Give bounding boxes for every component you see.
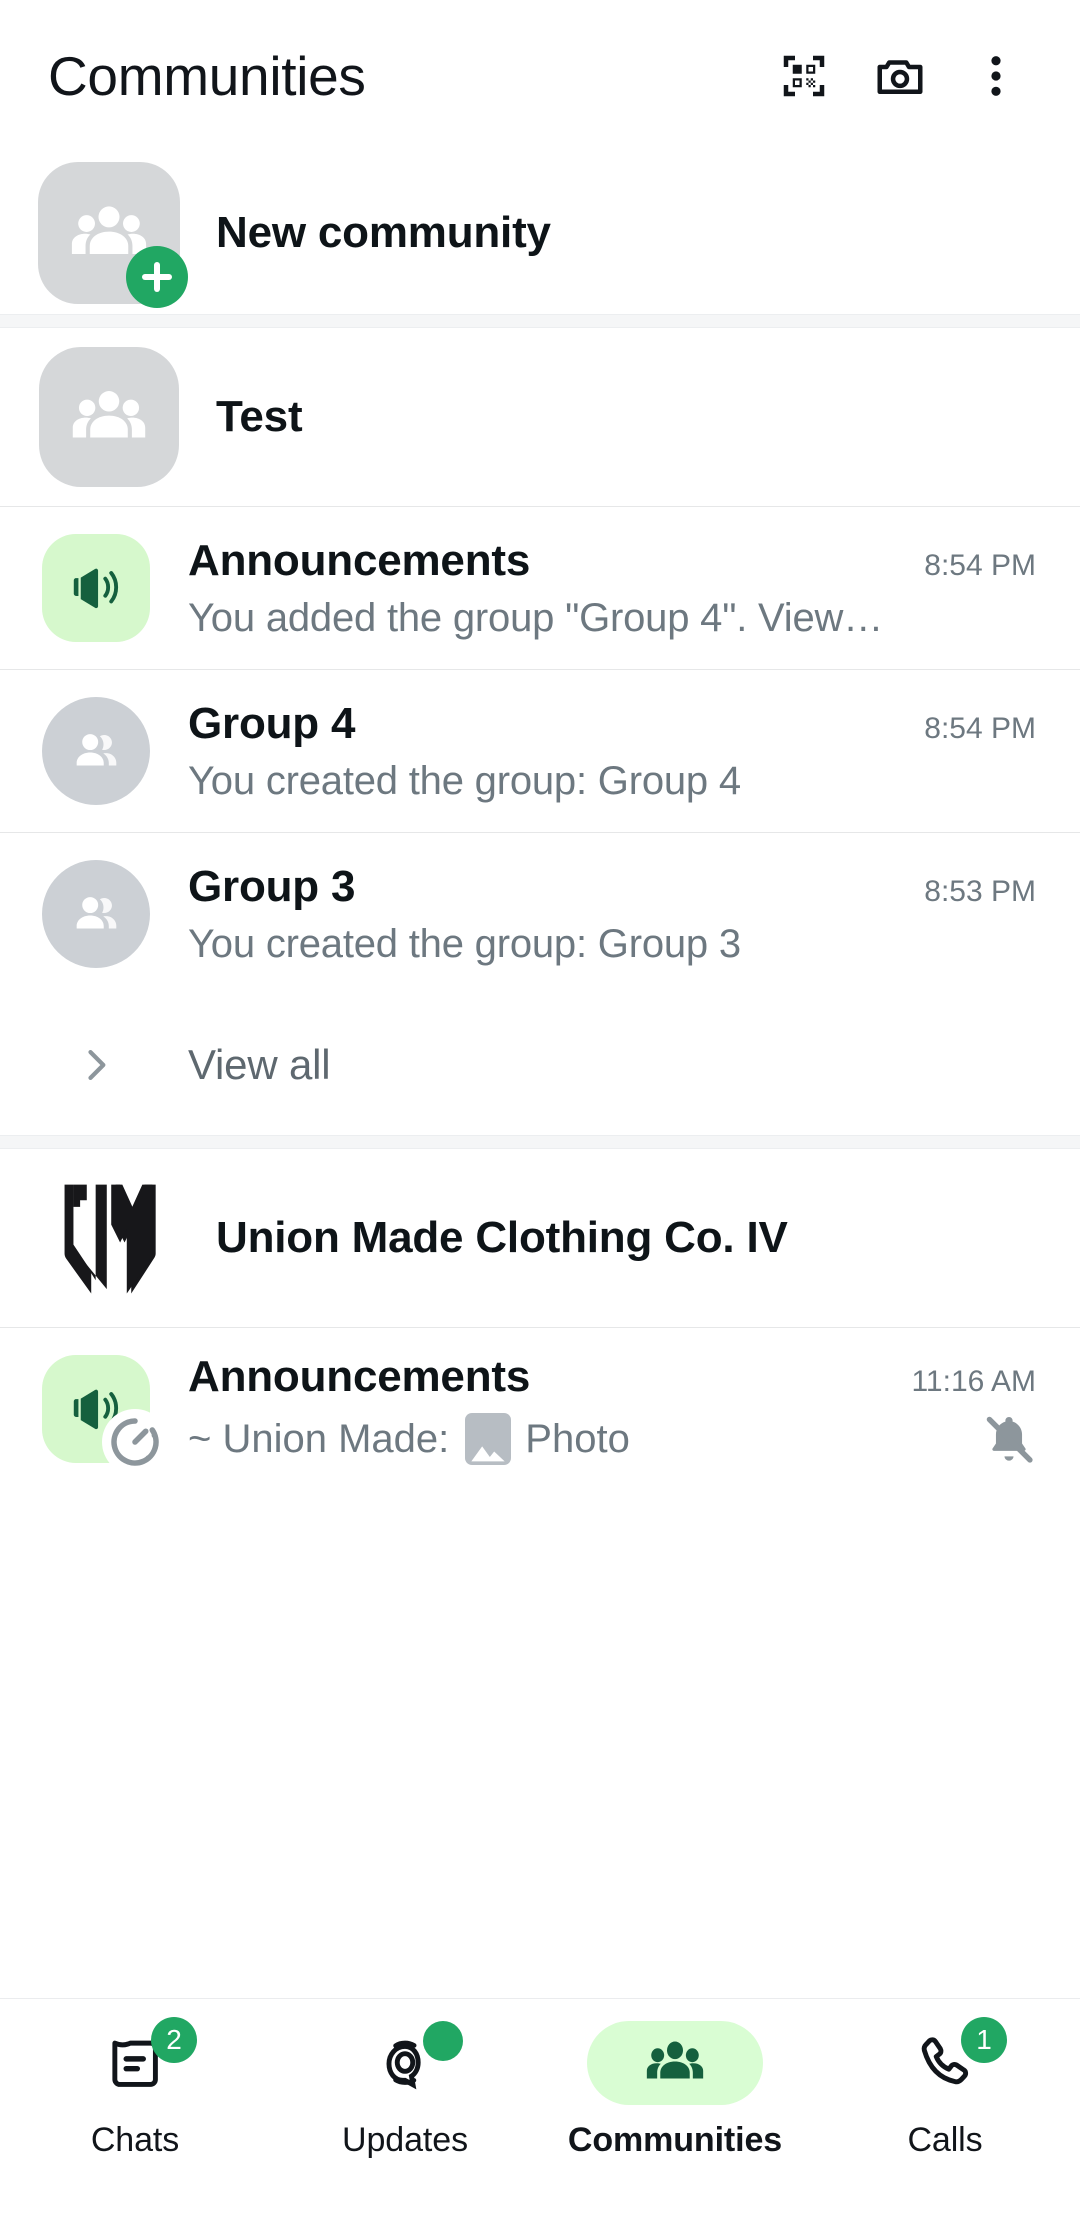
chat-subtitle-sender: ~ Union Made: bbox=[188, 1416, 450, 1461]
nav-icon-wrap bbox=[317, 2021, 493, 2105]
nav-icon-wrap bbox=[587, 2021, 763, 2105]
chat-row-group-3[interactable]: Group 3 8:53 PM You created the group: G… bbox=[0, 833, 1080, 995]
chat-row-announcements[interactable]: Announcements 8:54 PM You added the grou… bbox=[0, 507, 1080, 669]
chat-content: Group 4 8:54 PM You created the group: G… bbox=[188, 699, 1046, 804]
community-name: Test bbox=[216, 392, 303, 441]
chat-name: Announcements bbox=[188, 535, 531, 585]
view-all-label: View all bbox=[188, 1041, 331, 1088]
plus-icon bbox=[126, 246, 188, 308]
chat-title-line: Announcements 11:16 AM bbox=[188, 1352, 1036, 1402]
group-icon bbox=[42, 860, 150, 968]
chat-content: Announcements 8:54 PM You added the grou… bbox=[188, 536, 1046, 641]
chat-name: Group 3 bbox=[188, 861, 356, 911]
chat-subtitle-line: You added the group "Group 4". View… bbox=[188, 596, 1036, 641]
chat-subtitle-line: ~ Union Made: Photo bbox=[188, 1412, 1036, 1466]
nav-label-updates: Updates bbox=[342, 2121, 468, 2159]
chat-avatar bbox=[42, 1355, 168, 1475]
nav-label-communities: Communities bbox=[567, 2121, 783, 2159]
chats-badge: 2 bbox=[151, 2017, 197, 2063]
chat-row-announcements-union-made[interactable]: Announcements 11:16 AM ~ Union Made: Pho… bbox=[0, 1328, 1080, 1490]
chat-content: Announcements 11:16 AM ~ Union Made: Pho… bbox=[188, 1352, 1046, 1466]
chat-timestamp: 11:16 AM bbox=[911, 1365, 1036, 1398]
nav-label-chats: Chats bbox=[90, 2121, 180, 2159]
overflow-menu-icon[interactable] bbox=[948, 28, 1044, 124]
nav-label-calls: Calls bbox=[907, 2121, 983, 2159]
bell-muted-icon bbox=[982, 1412, 1036, 1466]
new-community-avatar bbox=[38, 162, 188, 308]
nav-item-chats[interactable]: 2 Chats bbox=[0, 2017, 270, 2160]
chat-subtitle: ~ Union Made: Photo bbox=[188, 1413, 964, 1465]
chat-timestamp: 8:54 PM bbox=[924, 711, 1036, 745]
nav-item-calls[interactable]: 1 Calls bbox=[810, 2017, 1080, 2160]
app-header: Communities bbox=[0, 0, 1080, 152]
chat-name: Group 4 bbox=[188, 698, 356, 748]
chevron-right-icon bbox=[42, 1043, 150, 1087]
camera-icon[interactable] bbox=[852, 28, 948, 124]
chat-avatar bbox=[42, 534, 150, 642]
chat-row-group-4[interactable]: Group 4 8:54 PM You created the group: G… bbox=[0, 670, 1080, 832]
chat-title-line: Group 3 8:53 PM bbox=[188, 862, 1036, 912]
chat-timestamp: 8:54 PM bbox=[924, 548, 1036, 582]
header-actions bbox=[756, 28, 1044, 124]
calls-badge: 1 bbox=[961, 2017, 1007, 2063]
chat-subtitle-attachment: Photo bbox=[525, 1416, 630, 1461]
chat-timestamp: 8:53 PM bbox=[924, 874, 1036, 908]
group-icon bbox=[39, 347, 179, 487]
chat-subtitle-line: You created the group: Group 3 bbox=[188, 922, 1036, 967]
community-avatar bbox=[38, 346, 180, 488]
section-band bbox=[0, 314, 1080, 328]
community-name: Union Made Clothing Co. IV bbox=[216, 1213, 788, 1262]
communities-screen: Communities New community Test Announcem… bbox=[0, 0, 1080, 2214]
chat-subtitle: You added the group "Group 4". View… bbox=[188, 595, 884, 640]
community-header-test[interactable]: Test bbox=[0, 328, 1080, 506]
chat-name: Announcements bbox=[188, 1352, 531, 1401]
nav-item-communities[interactable]: Communities bbox=[540, 2021, 810, 2160]
communities-icon bbox=[644, 2032, 706, 2094]
qr-scan-icon[interactable] bbox=[756, 28, 852, 124]
chat-avatar bbox=[42, 697, 150, 805]
nav-item-updates[interactable]: Updates bbox=[270, 2021, 540, 2160]
nav-icon-wrap: 1 bbox=[857, 2017, 1033, 2105]
disappearing-timer-icon bbox=[102, 1409, 168, 1475]
community-header-union-made[interactable]: Union Made Clothing Co. IV bbox=[0, 1149, 1080, 1327]
um-monogram-logo bbox=[38, 1167, 180, 1309]
content-spacer bbox=[0, 1490, 1080, 1998]
chat-subtitle-line: You created the group: Group 4 bbox=[188, 759, 1036, 804]
new-community-label: New community bbox=[216, 208, 551, 257]
chat-content: Group 3 8:53 PM You created the group: G… bbox=[188, 862, 1046, 967]
new-community-row[interactable]: New community bbox=[0, 152, 1080, 314]
page-title: Communities bbox=[48, 44, 366, 107]
nav-icon-wrap: 2 bbox=[47, 2017, 223, 2105]
photo-icon bbox=[465, 1413, 512, 1465]
chat-subtitle: You created the group: Group 4 bbox=[188, 758, 741, 803]
chat-title-line: Group 4 8:54 PM bbox=[188, 699, 1036, 749]
chat-avatar bbox=[42, 860, 150, 968]
updates-badge-dot bbox=[423, 2021, 463, 2061]
chat-subtitle: You created the group: Group 3 bbox=[188, 921, 741, 966]
group-icon bbox=[42, 697, 150, 805]
bottom-navigation: 2 Chats Updates Communities 1 Calls bbox=[0, 1998, 1080, 2214]
megaphone-icon bbox=[42, 534, 150, 642]
chat-title-line: Announcements 8:54 PM bbox=[188, 536, 1036, 586]
view-all-row[interactable]: View all bbox=[0, 995, 1080, 1135]
section-band bbox=[0, 1135, 1080, 1149]
